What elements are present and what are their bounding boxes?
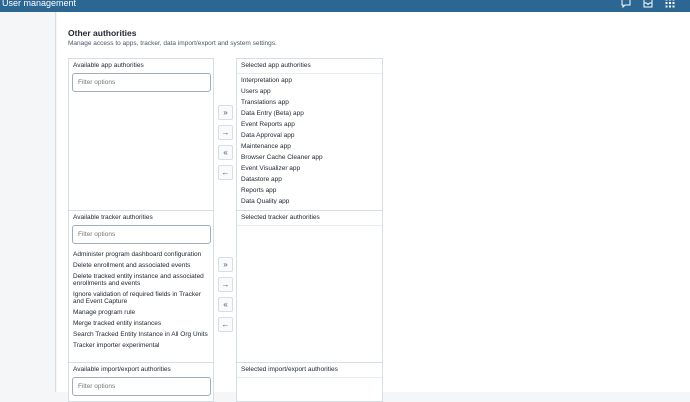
list-item[interactable]: Data Entry (Beta) app <box>241 108 323 119</box>
list-item[interactable]: Delete tracked entity instance and assoc… <box>73 271 213 289</box>
sidebar <box>0 12 56 392</box>
deselect-all-button[interactable]: « <box>218 297 233 312</box>
list-item[interactable]: Reports app <box>241 185 323 196</box>
chat-icon[interactable] <box>621 0 631 8</box>
section-title: Other authorities <box>68 28 137 38</box>
selected-import-export-authorities-panel: Selected import/export authorities <box>236 362 383 402</box>
divider <box>237 377 382 378</box>
available-app-authorities-panel: Available app authorities <box>68 58 214 216</box>
list-item[interactable]: Maintenance app <box>241 141 323 152</box>
select-button[interactable]: → <box>218 125 233 140</box>
list-item[interactable]: Ignore validation of required fields in … <box>73 289 213 307</box>
list-item[interactable]: Administer program dashboard configurati… <box>73 249 213 260</box>
list-item[interactable]: Translations app <box>241 97 323 108</box>
list-item[interactable]: Data Approval app <box>241 130 323 141</box>
selected-app-list: Interpretation app Users app Translation… <box>241 75 323 204</box>
main-content: Other authorities Manage access to apps,… <box>57 12 690 402</box>
panel-title: Selected import/export authorities <box>241 366 338 373</box>
deselect-button[interactable]: ← <box>218 165 233 180</box>
list-item[interactable]: Event Visualizer app <box>241 163 323 174</box>
available-tracker-list: Administer program dashboard configurati… <box>73 249 213 351</box>
import-export-filter-input[interactable] <box>72 377 211 396</box>
section-description: Manage access to apps, tracker, data imp… <box>68 40 277 47</box>
header-bar: User management <box>0 0 690 12</box>
selected-tracker-authorities-panel: Selected tracker authorities <box>236 210 383 367</box>
panel-title: Available tracker authorities <box>73 214 153 221</box>
available-tracker-authorities-panel: Available tracker authorities Administer… <box>68 210 214 367</box>
selected-app-authorities-panel: Selected app authorities Interpretation … <box>236 58 383 216</box>
tracker-filter-input[interactable] <box>72 225 211 244</box>
apps-grid-icon[interactable] <box>665 0 675 8</box>
mail-icon[interactable] <box>643 0 653 8</box>
app-title: User management <box>2 0 77 8</box>
list-item[interactable]: Event Reports app <box>241 119 323 130</box>
panel-title: Selected app authorities <box>241 62 311 69</box>
list-item[interactable]: Interpretation app <box>241 75 323 86</box>
panel-title: Available import/export authorities <box>73 366 171 373</box>
list-item[interactable]: Users app <box>241 86 323 97</box>
list-item[interactable]: Data Quality app <box>241 196 323 204</box>
list-item[interactable]: Manage program rule <box>73 307 213 318</box>
select-button[interactable]: → <box>218 277 233 292</box>
select-all-button[interactable]: » <box>218 257 233 272</box>
list-item[interactable]: Datastore app <box>241 174 323 185</box>
panel-title: Selected tracker authorities <box>241 214 320 221</box>
deselect-button[interactable]: ← <box>218 317 233 332</box>
divider <box>237 73 382 74</box>
available-import-export-authorities-panel: Available import/export authorities <box>68 362 214 402</box>
select-all-button[interactable]: » <box>218 105 233 120</box>
divider <box>237 225 382 226</box>
app-filter-input[interactable] <box>72 73 211 92</box>
list-item[interactable]: Merge tracked entity instances <box>73 318 213 329</box>
list-item[interactable]: Delete enrollment and associated events <box>73 260 213 271</box>
list-item[interactable]: Tracker importer experimental <box>73 340 213 351</box>
panel-title: Available app authorities <box>73 62 144 69</box>
list-item[interactable]: Browser Cache Cleaner app <box>241 152 323 163</box>
deselect-all-button[interactable]: « <box>218 145 233 160</box>
list-item[interactable]: Search Tracked Entity Instance in All Or… <box>73 329 213 340</box>
